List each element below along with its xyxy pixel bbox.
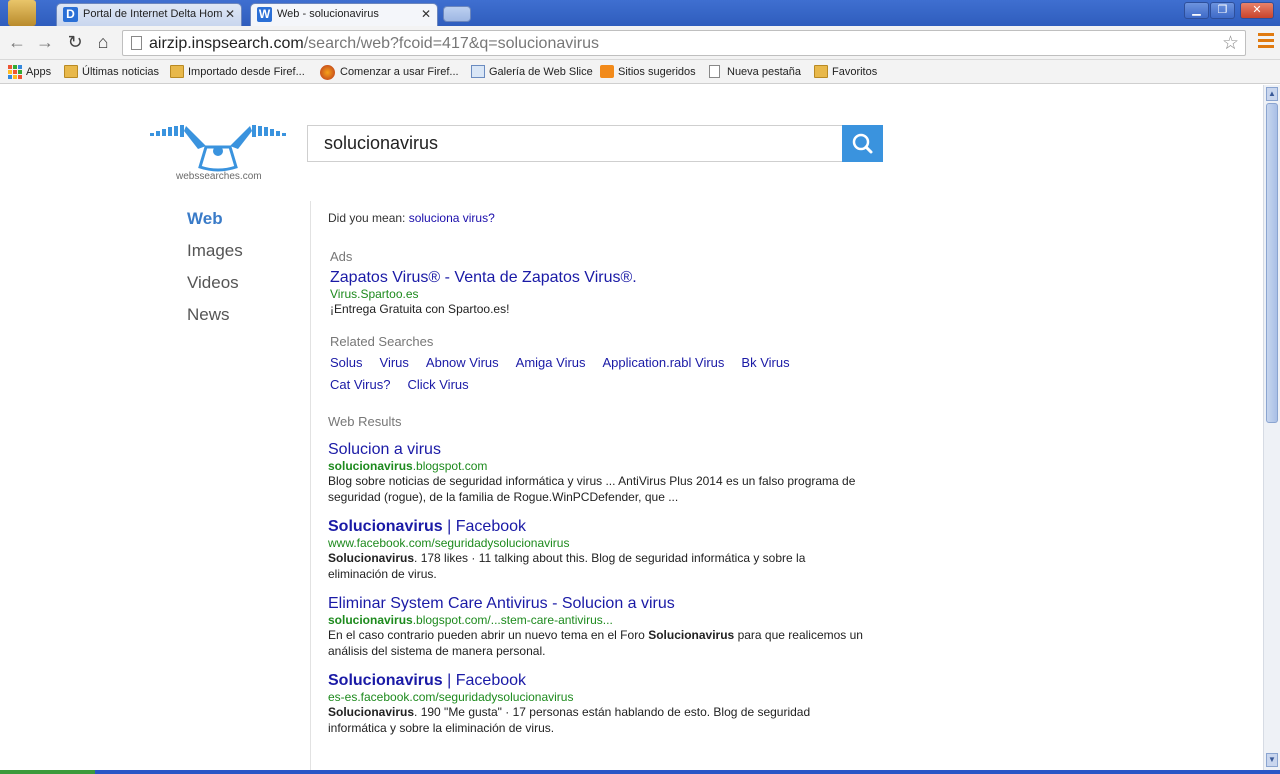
reload-button[interactable]: ↻ [64, 31, 86, 53]
page-icon [131, 36, 142, 50]
result-snippet: Blog sobre noticias de seguridad informá… [328, 474, 856, 504]
bookmark-importado[interactable]: Importado desde Firef... [170, 64, 305, 80]
tab-favicon-d-icon: D [63, 7, 78, 22]
result-snippet: En el caso contrario pueden abrir un nue… [328, 628, 863, 658]
start-button[interactable] [0, 770, 95, 774]
bookmark-nueva-pestana[interactable]: Nueva pestaña [709, 64, 801, 80]
search-input[interactable] [324, 133, 824, 154]
result-url[interactable]: solucionavirus.blogspot.com/...stem-care… [328, 613, 868, 627]
result-title-link[interactable]: Solucionavirus | Facebook [328, 672, 526, 689]
related-searches-label: Related Searches [330, 334, 434, 349]
folder-icon [64, 65, 78, 78]
bookmarks-bar: Apps Últimas noticias Importado desde Fi… [0, 60, 1280, 84]
result-title-link[interactable]: Solucionavirus | Facebook [328, 518, 526, 535]
sites-icon [600, 65, 614, 78]
tab-web-solucionavirus[interactable]: W Web - solucionavirus ✕ [250, 3, 438, 26]
vertical-scrollbar[interactable]: ▲ ▼ [1263, 85, 1280, 774]
did-you-mean-link[interactable]: soluciona virus? [409, 211, 495, 225]
nav-images[interactable]: Images [187, 241, 243, 273]
new-tab-button[interactable] [443, 6, 471, 22]
related-link[interactable]: Solus [330, 355, 363, 370]
browser-toolbar: ← → ↻ ⌂ airzip.inspsearch.com/search/web… [0, 26, 1280, 60]
nav-news[interactable]: News [187, 305, 243, 337]
related-link[interactable]: Cat Virus? [330, 377, 390, 392]
bookmark-comenzar-firefox[interactable]: Comenzar a usar Firef... [320, 64, 459, 80]
tab-close-icon[interactable]: ✕ [421, 4, 431, 25]
result-item: Solucionavirus | Facebook www.facebook.c… [328, 518, 868, 582]
taskbar [0, 770, 1280, 774]
firefox-icon [320, 65, 335, 80]
result-url[interactable]: www.facebook.com/seguridadysolucionaviru… [328, 536, 868, 550]
forward-button[interactable]: → [34, 31, 56, 53]
scroll-thumb[interactable] [1266, 103, 1278, 423]
search-box[interactable] [307, 125, 842, 162]
ad-url[interactable]: Virus.Spartoo.es [330, 287, 868, 301]
result-url[interactable]: solucionavirus.blogspot.com [328, 459, 868, 473]
tab-close-icon[interactable]: ✕ [225, 4, 235, 25]
folder-icon [170, 65, 184, 78]
related-link[interactable]: Virus [380, 355, 409, 370]
search-icon [852, 133, 873, 154]
results-column: Did you mean: soluciona virus? Ads Zapat… [328, 209, 868, 736]
webslice-icon [471, 65, 485, 78]
logo-text: webssearches.com [176, 171, 262, 182]
result-title-link[interactable]: Eliminar System Care Antivirus - Solucio… [328, 595, 675, 612]
bookmark-galeria-web-slice[interactable]: Galería de Web Slice [471, 64, 593, 80]
tab-favicon-w-icon: W [257, 7, 272, 22]
bookmark-apps[interactable]: Apps [8, 64, 51, 80]
web-results-label: Web Results [328, 414, 402, 429]
did-you-mean: Did you mean: soluciona virus? [328, 211, 495, 225]
ads-label: Ads [330, 249, 353, 264]
tab-label: Web - solucionavirus [277, 8, 379, 20]
page-content: webssearches.com Web Images Videos News … [0, 85, 1263, 774]
result-item: Solucionavirus | Facebook es-es.facebook… [328, 672, 868, 736]
bookmark-star-icon[interactable]: ☆ [1222, 32, 1239, 55]
ad-description: ¡Entrega Gratuita con Spartoo.es! [330, 302, 510, 316]
bookmark-ultimas-noticias[interactable]: Últimas noticias [64, 64, 159, 80]
bookmark-sitios-sugeridos[interactable]: Sitios sugeridos [600, 64, 696, 80]
related-row-1: Solus Virus Abnow Virus Amiga Virus Applicat… [330, 355, 868, 370]
scroll-up-icon[interactable]: ▲ [1266, 87, 1278, 101]
bookmark-favoritos[interactable]: Favoritos [814, 64, 877, 80]
page-icon [709, 65, 720, 78]
result-snippet: Solucionavirus. 190 "Me gusta" · 17 pers… [328, 705, 811, 735]
nav-videos[interactable]: Videos [187, 273, 243, 305]
folder-icon [814, 65, 828, 78]
related-link[interactable]: Bk Virus [741, 355, 789, 370]
title-bar: D Portal de Internet Delta Hom ✕ W Web -… [0, 0, 1280, 26]
related-link[interactable]: Abnow Virus [426, 355, 499, 370]
profile-avatar[interactable] [8, 0, 36, 26]
home-button[interactable]: ⌂ [92, 31, 114, 53]
scroll-down-icon[interactable]: ▼ [1266, 753, 1278, 767]
back-button[interactable]: ← [6, 31, 28, 53]
close-window-button[interactable]: ✕ [1240, 2, 1274, 19]
result-snippet: Solucionavirus. 178 likes · 11 talking a… [328, 551, 806, 581]
related-link[interactable]: Amiga Virus [516, 355, 586, 370]
url-text[interactable]: airzip.inspsearch.com/search/web?fcoid=4… [149, 35, 599, 53]
tab-label: Portal de Internet Delta Hom [83, 8, 223, 20]
result-url[interactable]: es-es.facebook.com/seguridadysolucionavi… [328, 690, 868, 704]
apps-grid-icon [8, 65, 22, 79]
address-bar[interactable]: airzip.inspsearch.com/search/web?fcoid=4… [122, 30, 1246, 56]
result-item: Eliminar System Care Antivirus - Solucio… [328, 595, 868, 659]
result-title-link[interactable]: Solucion a virus [328, 441, 441, 458]
nav-web[interactable]: Web [187, 209, 243, 241]
vertical-nav: Web Images Videos News [187, 209, 243, 337]
related-link[interactable]: Application.rabl Virus [603, 355, 725, 370]
tab-portal[interactable]: D Portal de Internet Delta Hom ✕ [56, 3, 242, 26]
restore-button[interactable]: ❐ [1210, 2, 1235, 19]
result-item: Solucion a virus solucionavirus.blogspot… [328, 441, 868, 505]
nav-divider [310, 201, 311, 774]
related-link[interactable]: Click Virus [407, 377, 468, 392]
related-row-2: Cat Virus? Click Virus [330, 377, 868, 392]
search-button[interactable] [842, 125, 883, 162]
ad-title-link[interactable]: Zapatos Virus® - Venta de Zapatos Virus®… [330, 269, 637, 286]
minimize-button[interactable]: ▁ [1184, 2, 1209, 19]
menu-icon[interactable] [1258, 33, 1274, 49]
